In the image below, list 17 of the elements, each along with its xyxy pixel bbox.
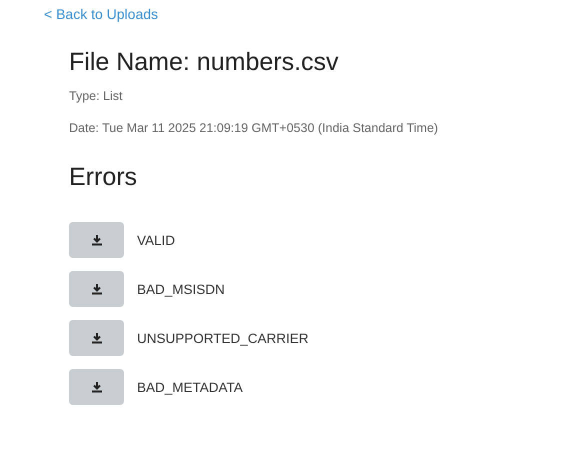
- download-icon: [90, 283, 102, 295]
- file-title: File Name: numbers.csv: [69, 48, 340, 77]
- download-button[interactable]: [69, 222, 124, 258]
- download-button[interactable]: [69, 369, 124, 405]
- error-label: BAD_METADATA: [137, 380, 243, 394]
- error-label: VALID: [137, 232, 176, 248]
- file-type: Type: List: [69, 89, 124, 103]
- download-icon: [90, 234, 102, 246]
- download-button[interactable]: [69, 320, 124, 356]
- errors-heading: Errors: [69, 163, 138, 192]
- file-date: Date: Tue Mar 11 2025 21:09:19 GMT+0530 (India Standard Time): [69, 121, 440, 135]
- error-label: BAD_MSISDN: [137, 282, 225, 296]
- download-button[interactable]: [69, 271, 124, 307]
- download-icon: [90, 332, 102, 344]
- download-icon: [90, 381, 102, 393]
- error-label: UNSUPPORTED_CARRIER: [137, 330, 309, 346]
- back-link[interactable]: < Back to Uploads: [44, 6, 158, 22]
